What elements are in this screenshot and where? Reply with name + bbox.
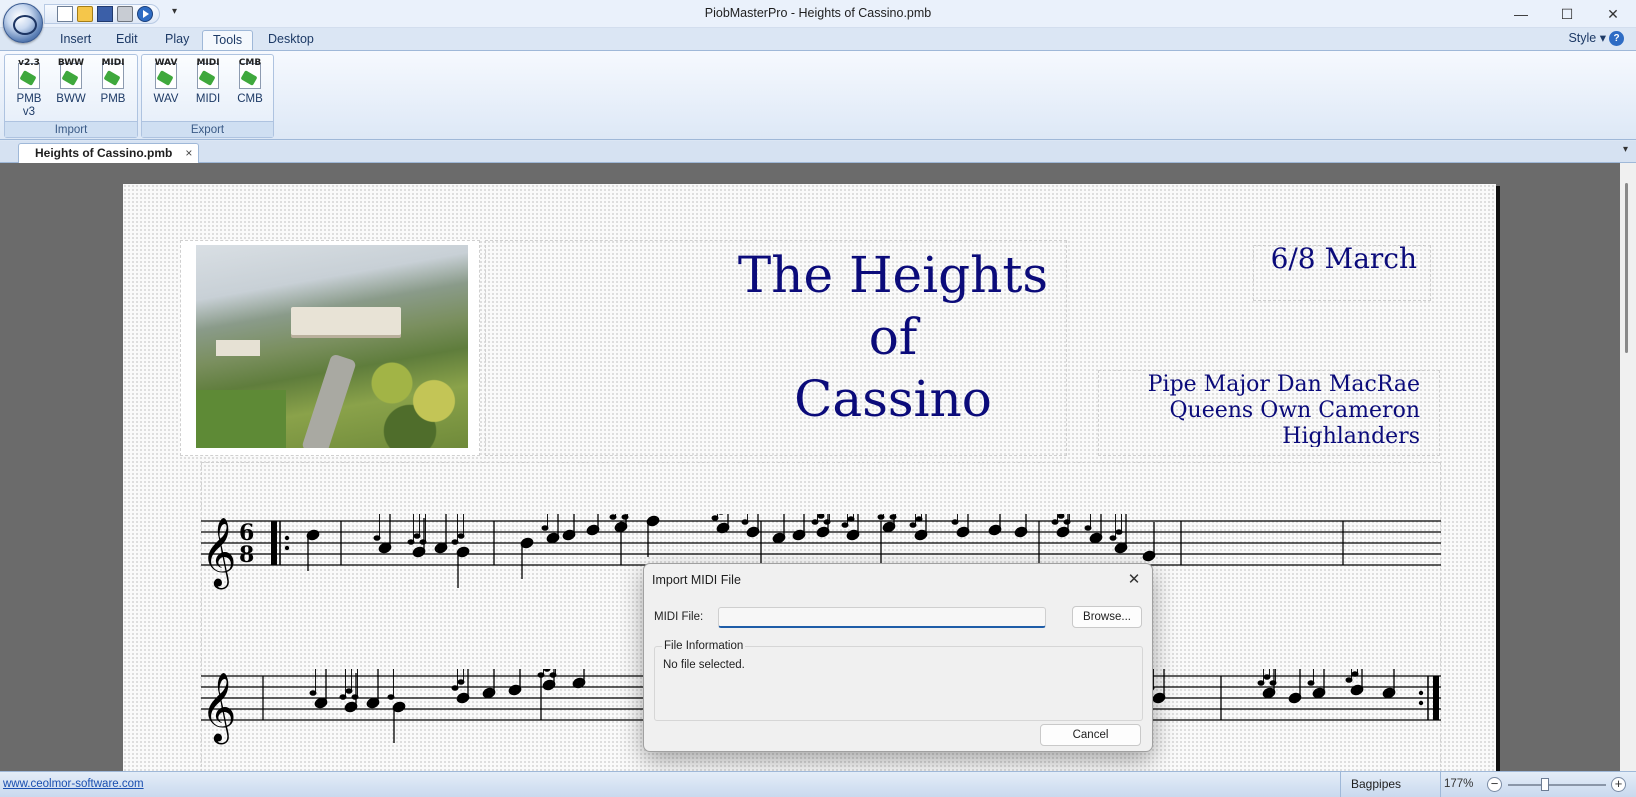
tabs-dropdown-icon[interactable]: ▾: [1623, 144, 1628, 155]
midi-export-file-icon: MIDI: [194, 57, 222, 89]
import-pmb-v3-label: PMB v3: [16, 93, 42, 118]
export-midi-label: MIDI: [195, 93, 221, 105]
dialog-close-button[interactable]: ✕: [1124, 570, 1144, 590]
website-link[interactable]: www.ceolmor-software.com: [3, 778, 144, 790]
tune-title[interactable]: The Heights of Cassino: [613, 244, 1173, 430]
wav-file-icon: WAV: [152, 57, 180, 89]
export-group: WAV WAV MIDI MIDI CMB CMB Export: [141, 54, 274, 138]
window-title: PiobMasterPro - Heights of Cassino.pmb: [704, 6, 932, 20]
import-pmb-label: PMB: [100, 93, 126, 105]
document-tab-bar: Heights of Cassino.pmb × ▾: [0, 141, 1636, 163]
zoom-level: 177%: [1444, 778, 1474, 790]
document-tab[interactable]: Heights of Cassino.pmb ×: [18, 143, 200, 163]
application-menu-button[interactable]: [3, 3, 43, 43]
export-group-label: Export: [142, 121, 273, 137]
time-sig-bottom: 8: [239, 542, 254, 568]
zoom-slider-track[interactable]: [1508, 784, 1606, 786]
import-pmb-button[interactable]: MIDI PMB: [93, 57, 133, 106]
file-information-legend: File Information: [662, 640, 746, 652]
browse-button[interactable]: Browse...: [1072, 606, 1142, 628]
status-bar: www.ceolmor-software.com Bagpipes 177% −…: [0, 771, 1636, 797]
treble-clef-icon: 𝄞: [201, 672, 236, 744]
title-bar: ▾ PiobMasterPro - Heights of Cassino.pmb…: [0, 0, 1636, 28]
composer-line: Highlanders: [1282, 424, 1420, 447]
ribbon-panel: v2.3 PMB v3 BWW BWW MIDI PMB Import WAV …: [0, 50, 1636, 140]
import-group-label: Import: [5, 121, 137, 137]
export-cmb-button[interactable]: CMB CMB: [230, 57, 270, 106]
tune-photo: [196, 245, 468, 448]
cmb-file-icon: CMB: [236, 57, 264, 89]
ribbon-tab-bar: Insert Edit Play Tools Desktop Style ▾ ?: [0, 28, 1636, 51]
tab-tools[interactable]: Tools: [202, 30, 254, 51]
file-information-group: File Information No file selected.: [654, 640, 1143, 721]
file-information-text: No file selected.: [663, 659, 745, 671]
composer-line: Pipe Major Dan MacRae: [1147, 372, 1420, 397]
tune-composer[interactable]: Pipe Major Dan MacRae Queens Own Cameron…: [1098, 372, 1426, 447]
zoom-out-icon[interactable]: −: [1487, 777, 1502, 792]
maximize-button[interactable]: ☐: [1544, 0, 1590, 28]
tab-insert[interactable]: Insert: [50, 30, 101, 51]
pmb-v3-file-icon: v2.3: [15, 57, 43, 89]
document-tab-label: Heights of Cassino.pmb: [35, 146, 173, 160]
midi-file-icon: MIDI: [99, 57, 127, 89]
import-bww-label: BWW: [56, 93, 86, 105]
bww-file-icon: BWW: [57, 57, 85, 89]
zoom-in-icon[interactable]: +: [1611, 777, 1626, 792]
cancel-button[interactable]: Cancel: [1040, 724, 1141, 746]
style-menu[interactable]: Style ▾: [1568, 30, 1606, 45]
export-midi-button[interactable]: MIDI MIDI: [188, 57, 228, 106]
tab-play[interactable]: Play: [155, 30, 199, 51]
tab-desktop[interactable]: Desktop: [258, 30, 324, 51]
export-wav-button[interactable]: WAV WAV: [146, 57, 186, 106]
tune-title-line: of: [868, 308, 918, 366]
tab-edit[interactable]: Edit: [106, 30, 148, 51]
dialog-title: Import MIDI File: [652, 573, 741, 587]
instrument-selector[interactable]: Bagpipes: [1340, 772, 1441, 797]
help-icon[interactable]: ?: [1609, 31, 1624, 46]
scrollbar-thumb[interactable]: [1625, 183, 1628, 353]
tune-title-line: Cassino: [794, 370, 992, 428]
zoom-slider-thumb[interactable]: [1541, 778, 1550, 791]
treble-clef-icon: 𝄞: [201, 517, 236, 589]
minimize-button[interactable]: —: [1498, 0, 1544, 28]
import-bww-button[interactable]: BWW BWW: [51, 57, 91, 106]
export-wav-label: WAV: [153, 93, 179, 105]
import-midi-dialog: Import MIDI File ✕ MIDI File: Browse... …: [643, 563, 1153, 752]
midi-file-input[interactable]: [718, 607, 1046, 628]
midi-file-label: MIDI File:: [654, 611, 704, 623]
tune-meter[interactable]: 6/8 March: [1253, 242, 1425, 275]
export-cmb-label: CMB: [237, 93, 263, 105]
composer-line: Queens Own Cameron: [1169, 398, 1421, 423]
close-tab-icon[interactable]: ×: [185, 144, 192, 162]
vertical-scrollbar[interactable]: [1620, 163, 1636, 771]
close-window-button[interactable]: ✕: [1590, 0, 1636, 28]
tune-title-line: The Heights: [737, 246, 1049, 304]
import-pmb-v3-button[interactable]: v2.3 PMB v3: [9, 57, 49, 119]
grace-note: [543, 669, 551, 672]
import-group: v2.3 PMB v3 BWW BWW MIDI PMB Import: [4, 54, 138, 138]
